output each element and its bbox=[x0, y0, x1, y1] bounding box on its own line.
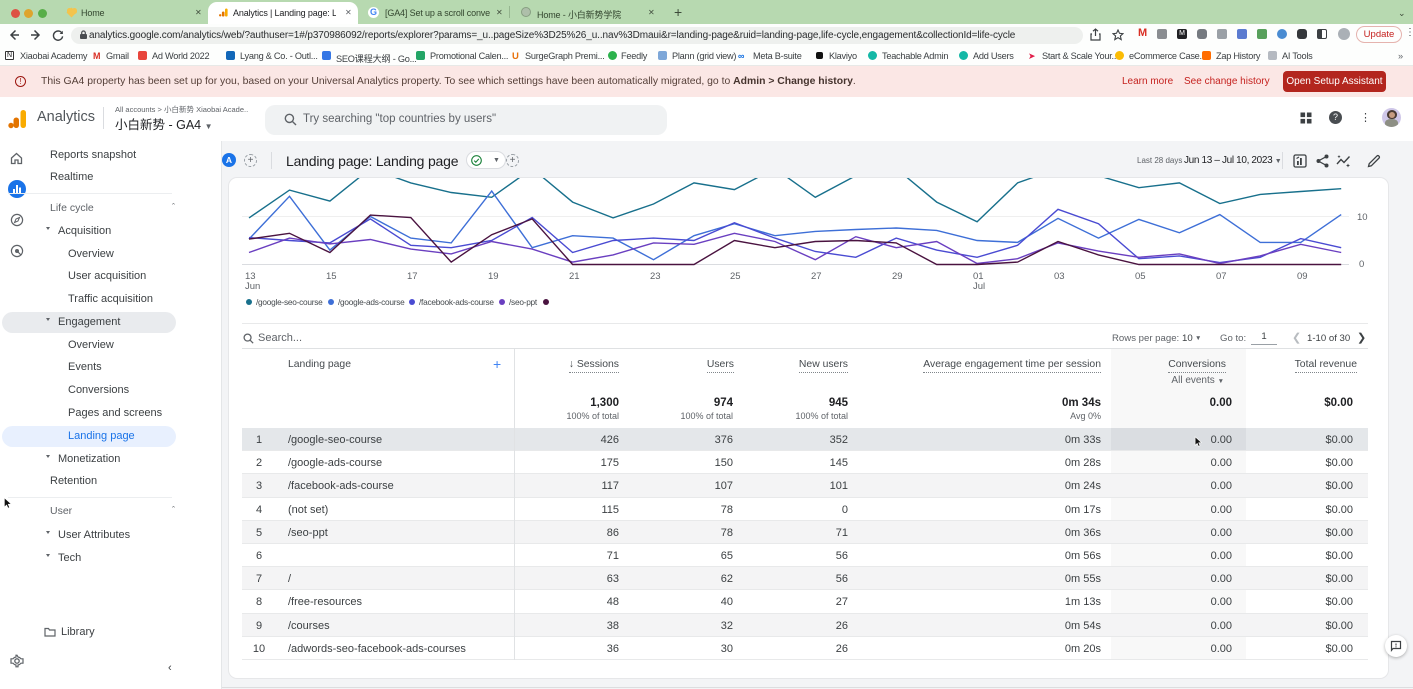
svg-text:21: 21 bbox=[569, 271, 580, 282]
svg-text:10: 10 bbox=[1357, 212, 1368, 223]
svg-text:0: 0 bbox=[1359, 259, 1364, 270]
svg-text:Jul: Jul bbox=[973, 281, 985, 290]
svg-text:23: 23 bbox=[650, 271, 661, 282]
svg-text:27: 27 bbox=[811, 271, 822, 282]
svg-text:17: 17 bbox=[407, 271, 418, 282]
svg-text:09: 09 bbox=[1297, 271, 1308, 282]
svg-text:25: 25 bbox=[730, 271, 741, 282]
svg-text:07: 07 bbox=[1216, 271, 1227, 282]
svg-text:05: 05 bbox=[1135, 271, 1146, 282]
svg-text:03: 03 bbox=[1054, 271, 1065, 282]
svg-text:19: 19 bbox=[488, 271, 499, 282]
svg-text:29: 29 bbox=[892, 271, 903, 282]
svg-text:15: 15 bbox=[326, 271, 337, 282]
svg-text:Jun: Jun bbox=[245, 281, 260, 290]
